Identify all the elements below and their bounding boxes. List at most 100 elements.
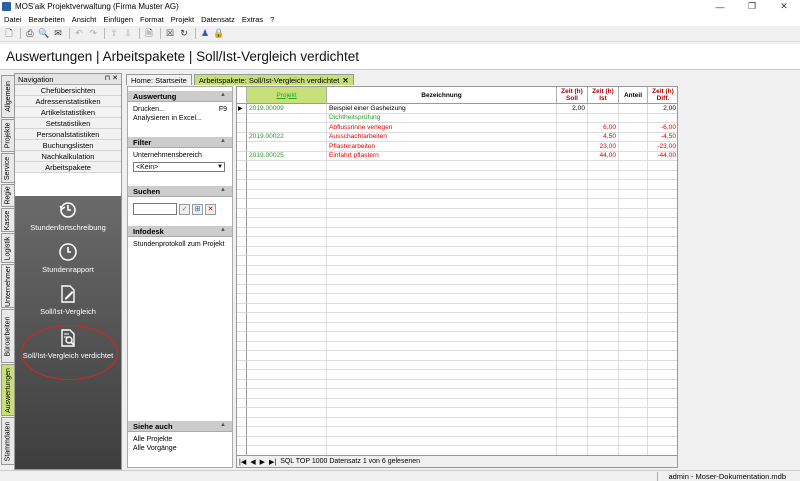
column-header-ist[interactable]: Zeit (h) Ist xyxy=(588,87,619,104)
row-selector[interactable] xyxy=(237,284,247,294)
stundenprotokoll-link[interactable]: Stundenprotokoll zum Projekt xyxy=(133,240,227,249)
row-selector[interactable] xyxy=(237,294,247,304)
table-row[interactable] xyxy=(237,313,677,323)
row-selector[interactable]: ▶ xyxy=(237,104,247,114)
row-selector[interactable] xyxy=(237,332,247,342)
section-header[interactable]: Suchen ▲ xyxy=(128,186,232,197)
row-selector[interactable] xyxy=(237,322,247,332)
row-selector[interactable] xyxy=(237,417,247,427)
alle-projekte-link[interactable]: Alle Projekte xyxy=(133,435,227,444)
collapse-icon[interactable]: ▲ xyxy=(220,92,226,98)
section-header[interactable]: Filter ▲ xyxy=(128,137,232,148)
last-record-icon[interactable]: ▶| xyxy=(269,458,276,466)
vtab-allgemein[interactable]: Allgemein xyxy=(1,75,14,118)
row-selector[interactable] xyxy=(237,237,247,247)
table-row[interactable] xyxy=(237,436,677,446)
table-row[interactable] xyxy=(237,265,677,275)
search-icon[interactable]: ✓ xyxy=(179,203,190,215)
row-selector[interactable] xyxy=(237,256,247,266)
search-input[interactable] xyxy=(133,203,177,215)
search-filter-icon[interactable]: ⊞ xyxy=(192,203,203,215)
column-header-bezeichnung[interactable]: Bezeichnung xyxy=(327,87,557,104)
tab-home[interactable]: Home: Startseite xyxy=(126,74,192,85)
table-row[interactable]: Pflasterarbeiten 23,00 -23,00 xyxy=(237,142,677,152)
down-icon[interactable]: ⇩ xyxy=(122,28,134,40)
table-row[interactable]: Dichtheitsprüfung xyxy=(237,113,677,123)
row-selector[interactable] xyxy=(237,408,247,418)
unternehmensbereich-select[interactable]: <Kein> ▼ xyxy=(133,162,225,172)
row-selector[interactable] xyxy=(237,246,247,256)
table-row[interactable]: 2019.00025 Einfahrt pflastern 44,00 -44,00 xyxy=(237,151,677,161)
pin-close-icons[interactable]: ⊓ ✕ xyxy=(105,74,118,82)
table-row[interactable] xyxy=(237,246,677,256)
row-selector[interactable] xyxy=(237,132,247,142)
row-selector[interactable] xyxy=(237,351,247,361)
table-row[interactable] xyxy=(237,351,677,361)
print-action[interactable]: Drucken... F9 xyxy=(133,105,227,114)
prev-record-icon[interactable]: ◀ xyxy=(250,458,255,466)
table-row[interactable] xyxy=(237,322,677,332)
vtab-stammdaten[interactable]: Stammdaten xyxy=(1,417,14,465)
alle-vorgaenge-link[interactable]: Alle Vorgänge xyxy=(133,444,227,453)
row-selector[interactable] xyxy=(237,389,247,399)
nav-big-stundenfortschreibung[interactable]: Stundenfortschreibung xyxy=(15,200,121,232)
vtab-bueroarbeiten[interactable]: Büroarbeiten xyxy=(1,309,14,363)
row-selector[interactable] xyxy=(237,113,247,123)
table-row[interactable] xyxy=(237,227,677,237)
table-row[interactable]: Abflussrinne verlegen 6,00 -6,00 xyxy=(237,123,677,133)
row-selector[interactable] xyxy=(237,151,247,161)
table-row[interactable] xyxy=(237,180,677,190)
cancel-icon[interactable]: ☒ xyxy=(164,28,176,40)
refresh-icon[interactable]: ↻ xyxy=(178,28,190,40)
menu-format[interactable]: Format xyxy=(140,15,164,24)
menu-ansicht[interactable]: Ansicht xyxy=(72,15,97,24)
row-selector[interactable] xyxy=(237,398,247,408)
table-row[interactable] xyxy=(237,417,677,427)
row-selector[interactable] xyxy=(237,341,247,351)
nav-item-arbeitspakete[interactable]: Arbeitspakete xyxy=(15,162,121,173)
vtab-auswertungen[interactable]: Auswertungen xyxy=(1,364,14,416)
undo-icon[interactable]: ↶ xyxy=(73,28,85,40)
document-icon[interactable]: 🗎 xyxy=(143,28,155,40)
row-selector[interactable] xyxy=(237,370,247,380)
table-row[interactable] xyxy=(237,237,677,247)
table-row[interactable] xyxy=(237,275,677,285)
column-header-diff[interactable]: Zeit (h) Diff. xyxy=(648,87,677,104)
row-selector[interactable] xyxy=(237,265,247,275)
up-icon[interactable]: ⇧ xyxy=(108,28,120,40)
excel-action[interactable]: Analysieren in Excel... xyxy=(133,114,227,123)
nav-item-chefuebersichten[interactable]: Chefübersichten xyxy=(15,85,121,96)
close-icon[interactable]: ✕ xyxy=(768,0,800,13)
lock-icon[interactable]: 🔒 xyxy=(213,28,225,40)
row-selector[interactable] xyxy=(237,436,247,446)
row-selector[interactable] xyxy=(237,360,247,370)
table-row[interactable] xyxy=(237,379,677,389)
row-selector[interactable] xyxy=(237,227,247,237)
row-selector[interactable] xyxy=(237,123,247,133)
table-row[interactable] xyxy=(237,256,677,266)
table-row[interactable] xyxy=(237,208,677,218)
row-selector[interactable] xyxy=(237,208,247,218)
menu-projekt[interactable]: Projekt xyxy=(171,15,194,24)
user-icon[interactable]: ♟ xyxy=(199,28,211,40)
table-row[interactable] xyxy=(237,427,677,437)
print-icon[interactable]: ⎙ xyxy=(24,28,36,40)
clear-search-icon[interactable]: ✕ xyxy=(205,203,216,215)
maximize-icon[interactable]: ❐ xyxy=(736,0,768,13)
menu-datensatz[interactable]: Datensatz xyxy=(201,15,235,24)
row-selector[interactable] xyxy=(237,161,247,171)
row-selector[interactable] xyxy=(237,446,247,455)
row-selector[interactable] xyxy=(237,313,247,323)
menu-einfuegen[interactable]: Einfügen xyxy=(103,15,133,24)
table-row[interactable] xyxy=(237,170,677,180)
tab-soll-ist-verdichtet[interactable]: Arbeitspakete: Soll/Ist-Vergleich verdic… xyxy=(193,74,354,85)
section-header[interactable]: Auswertung ▲ xyxy=(128,91,232,102)
nav-item-personalstatistiken[interactable]: Personalstatistiken xyxy=(15,129,121,140)
table-row[interactable] xyxy=(237,370,677,380)
table-row[interactable] xyxy=(237,161,677,171)
tab-close-icon[interactable]: ✕ xyxy=(342,76,348,85)
menu-extras[interactable]: Extras xyxy=(242,15,263,24)
table-row[interactable] xyxy=(237,408,677,418)
nav-big-stundenrapport[interactable]: Stundenrapport xyxy=(15,242,121,274)
row-selector[interactable] xyxy=(237,303,247,313)
